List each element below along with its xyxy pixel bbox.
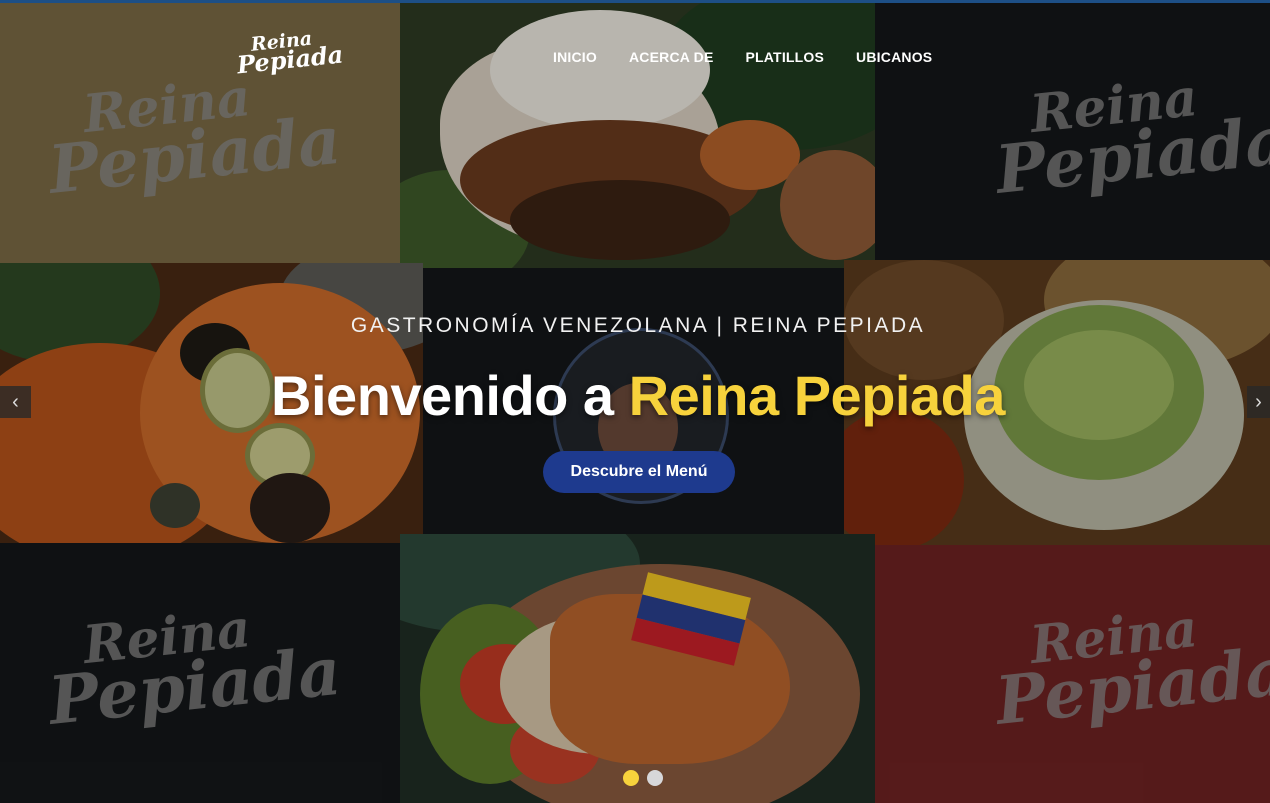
carousel-dot-2[interactable] <box>647 770 663 786</box>
brand-tile-dark-bottom: Reina Pepiada <box>0 543 400 803</box>
carousel-prev-button[interactable]: ‹ <box>0 386 31 418</box>
nav-item-inicio[interactable]: INICIO <box>553 49 597 65</box>
main-nav: INICIO ACERCA DE PLATILLOS UBICANOS <box>553 49 964 65</box>
nav-item-platillos[interactable]: PLATILLOS <box>746 49 825 65</box>
watermark-logo: Reina Pepiada <box>41 594 344 740</box>
nav-item-acerca-de[interactable]: ACERCA DE <box>629 49 714 65</box>
carousel-next-button[interactable]: › <box>1247 386 1270 418</box>
top-border <box>0 0 1270 3</box>
hero-title: Bienvenido a Reina Pepiada <box>0 363 1270 428</box>
watermark-logo: Reina Pepiada <box>988 63 1270 209</box>
photo-arepa-top <box>400 0 875 270</box>
hero-title-accent: Reina Pepiada <box>628 364 1006 427</box>
watermark-logo: Reina Pepiada <box>988 594 1270 740</box>
carousel-indicators <box>623 770 663 786</box>
hero-subtitle: GASTRONOMÍA VENEZOLANA | REINA PEPIADA <box>350 314 926 337</box>
brand-tile-red: Reina Pepiada <box>875 545 1270 803</box>
hero-title-prefix: Bienvenido a <box>271 364 629 427</box>
brand-logo[interactable]: Reina Pepiada <box>234 27 345 80</box>
photo-patacon <box>400 534 875 803</box>
watermark-logo: Reina Pepiada <box>41 63 344 209</box>
nav-item-ubicanos[interactable]: UBICANOS <box>856 49 932 65</box>
chevron-left-icon: ‹ <box>12 390 19 413</box>
chevron-right-icon: › <box>1255 390 1262 413</box>
discover-menu-button[interactable]: Descubre el Menú <box>543 451 735 493</box>
carousel-dot-1[interactable] <box>623 770 639 786</box>
brand-tile-dark-top: Reina Pepiada <box>875 0 1270 263</box>
